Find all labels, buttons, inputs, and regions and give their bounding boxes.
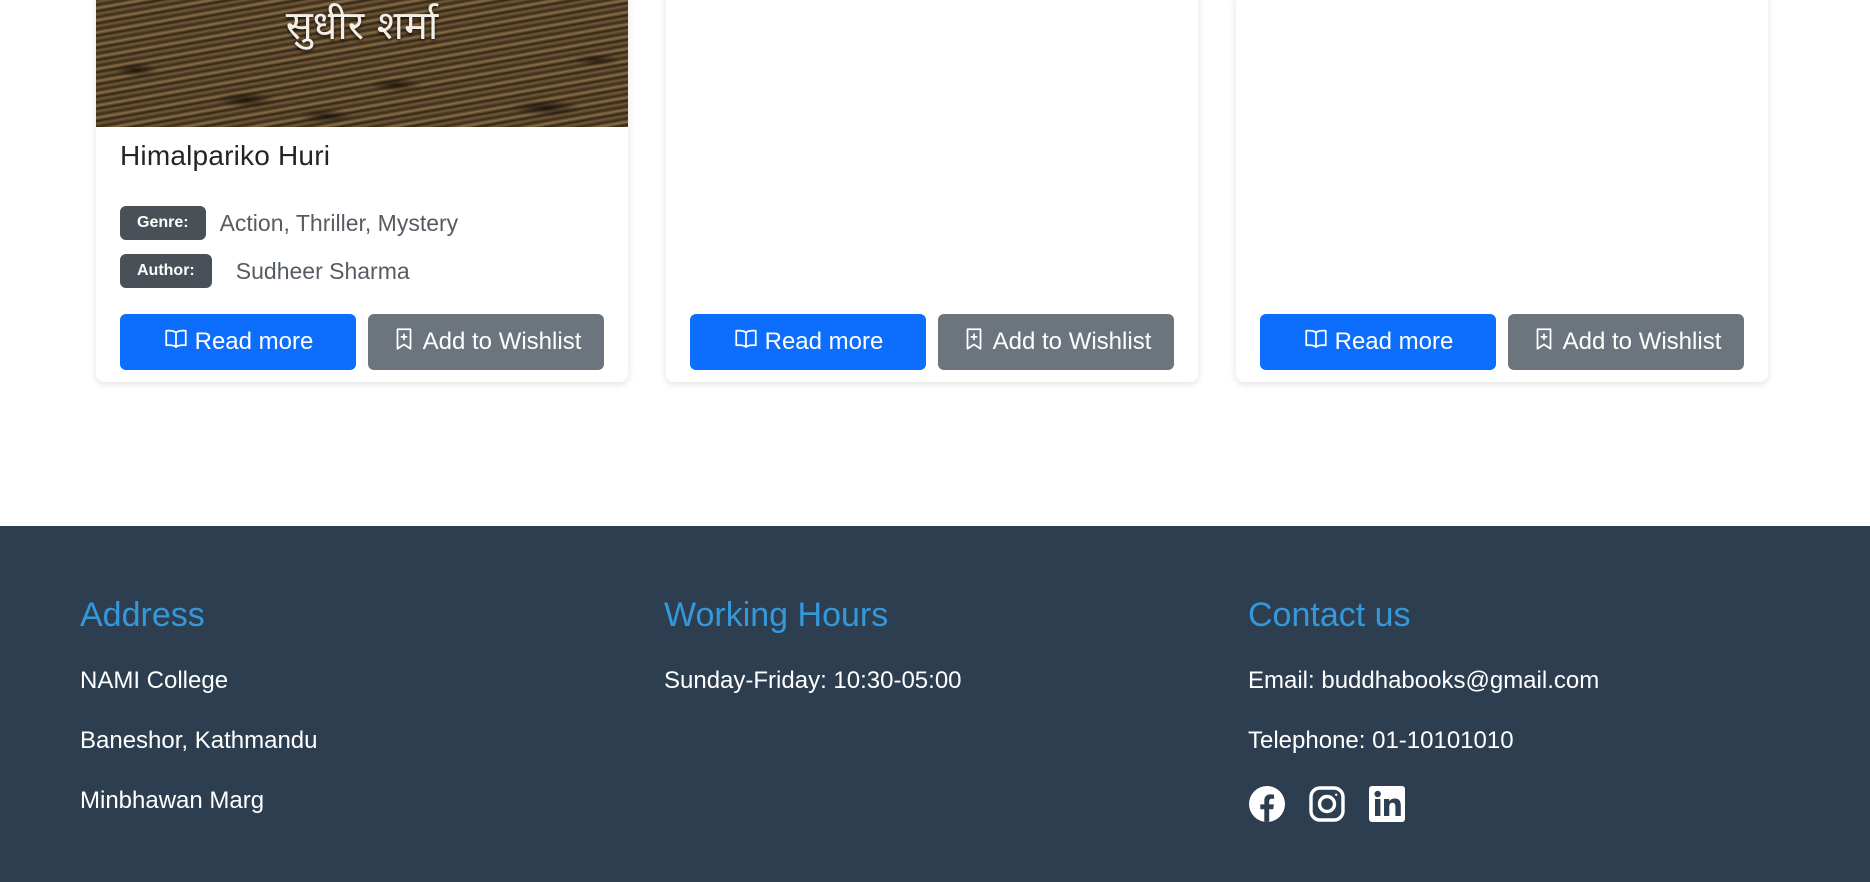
read-more-label: Read more xyxy=(194,328,314,355)
working-hours-heading: Working Hours xyxy=(664,596,889,634)
read-more-label: Read more xyxy=(764,328,884,355)
address-heading: Address xyxy=(80,596,205,634)
contact-heading: Contact us xyxy=(1248,596,1411,634)
add-to-wishlist-button[interactable]: Add to Wishlist xyxy=(368,314,604,370)
social-links xyxy=(1248,785,1599,823)
address-line: NAMI College xyxy=(80,667,229,694)
facebook-icon[interactable] xyxy=(1248,785,1286,823)
footer-address-column: Address NAMI College Baneshor, Kathmandu… xyxy=(80,596,318,849)
contact-telephone: Telephone: 01-10101010 xyxy=(1248,727,1514,754)
address-line: Baneshor, Kathmandu xyxy=(80,727,318,754)
add-to-wishlist-button[interactable]: Add to Wishlist xyxy=(938,314,1174,370)
read-more-label: Read more xyxy=(1334,328,1454,355)
genre-row: Genre: Action, Thriller, Mystery xyxy=(120,206,458,240)
footer-contact-column: Contact us Email: buddhabooks@gmail.com … xyxy=(1248,596,1599,823)
author-badge: Author: xyxy=(120,254,212,288)
bookmark-plus-icon xyxy=(391,326,417,359)
genre-badge: Genre: xyxy=(120,206,206,240)
book-cover-image: सुधीर शर्मा xyxy=(96,0,628,127)
bookmark-plus-icon xyxy=(961,326,987,359)
book-title: Himalpariko Huri xyxy=(120,140,331,171)
book-card: सुधीर शर्मा Himalpariko Huri Genre: Acti… xyxy=(96,0,628,382)
book-icon xyxy=(163,326,189,359)
site-footer: Address NAMI College Baneshor, Kathmandu… xyxy=(0,526,1870,882)
read-more-button[interactable]: Read more xyxy=(690,314,926,370)
footer-hours-column: Working Hours Sunday-Friday: 10:30-05:00 xyxy=(664,596,962,729)
instagram-icon[interactable] xyxy=(1308,785,1346,823)
linkedin-icon[interactable] xyxy=(1368,785,1406,823)
address-line: Minbhawan Marg xyxy=(80,787,265,814)
add-to-wishlist-label: Add to Wishlist xyxy=(992,328,1152,355)
read-more-button[interactable]: Read more xyxy=(1260,314,1496,370)
book-card: Read more Add to Wishlist xyxy=(1236,0,1768,382)
contact-email[interactable]: Email: buddhabooks@gmail.com xyxy=(1248,669,1599,693)
read-more-button[interactable]: Read more xyxy=(120,314,356,370)
author-row: Author: Sudheer Sharma xyxy=(120,254,410,288)
book-icon xyxy=(733,326,759,359)
working-hours-text: Sunday-Friday: 10:30-05:00 xyxy=(664,667,962,694)
cover-author-text: सुधीर शर्मा xyxy=(285,3,439,49)
author-value: Sudheer Sharma xyxy=(235,257,410,284)
add-to-wishlist-button[interactable]: Add to Wishlist xyxy=(1508,314,1744,370)
book-icon xyxy=(1303,326,1329,359)
add-to-wishlist-label: Add to Wishlist xyxy=(1562,328,1722,355)
add-to-wishlist-label: Add to Wishlist xyxy=(422,328,582,355)
book-card: Read more Add to Wishlist xyxy=(666,0,1198,382)
genre-value: Action, Thriller, Mystery xyxy=(219,209,459,236)
bookmark-plus-icon xyxy=(1531,326,1557,359)
